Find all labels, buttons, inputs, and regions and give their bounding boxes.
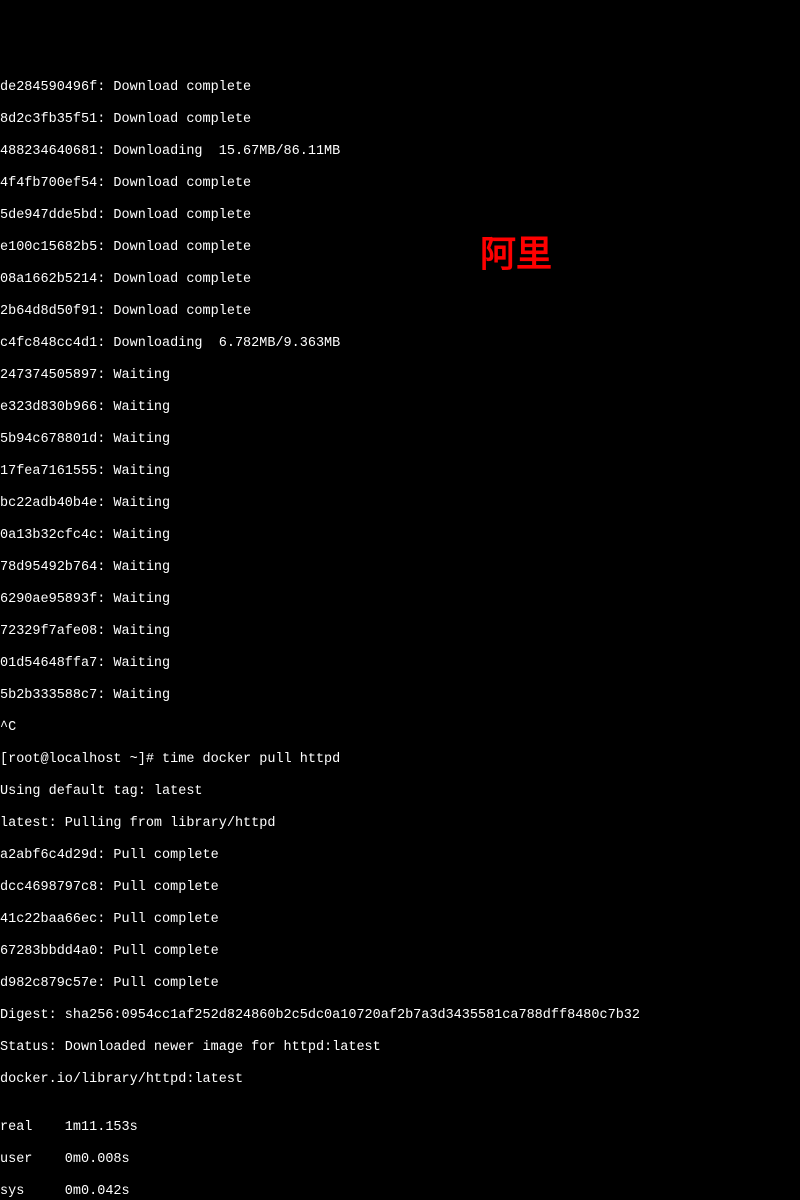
- terminal-line: 67283bbdd4a0: Pull complete: [0, 944, 800, 960]
- terminal-line: 5b94c678801d: Waiting: [0, 432, 800, 448]
- terminal-line: 8d2c3fb35f51: Download complete: [0, 112, 800, 128]
- terminal-line: Using default tag: latest: [0, 784, 800, 800]
- terminal-line: ^C: [0, 720, 800, 736]
- terminal-line: real 1m11.153s: [0, 1120, 800, 1136]
- terminal-line: 41c22baa66ec: Pull complete: [0, 912, 800, 928]
- terminal-prompt-line: [root@localhost ~]# time docker pull htt…: [0, 752, 800, 768]
- terminal-line: 08a1662b5214: Download complete: [0, 272, 800, 288]
- terminal-line: e323d830b966: Waiting: [0, 400, 800, 416]
- terminal-line: d982c879c57e: Pull complete: [0, 976, 800, 992]
- terminal-line: de284590496f: Download complete: [0, 80, 800, 96]
- terminal-line: 4f4fb700ef54: Download complete: [0, 176, 800, 192]
- terminal-line: 6290ae95893f: Waiting: [0, 592, 800, 608]
- terminal-line: e100c15682b5: Download complete: [0, 240, 800, 256]
- terminal-output[interactable]: de284590496f: Download complete 8d2c3fb3…: [0, 64, 800, 1200]
- terminal-line: 01d54648ffa7: Waiting: [0, 656, 800, 672]
- terminal-line: 17fea7161555: Waiting: [0, 464, 800, 480]
- terminal-line: latest: Pulling from library/httpd: [0, 816, 800, 832]
- terminal-line: sys 0m0.042s: [0, 1184, 800, 1200]
- terminal-line: c4fc848cc4d1: Downloading 6.782MB/9.363M…: [0, 336, 800, 352]
- terminal-line: 5b2b333588c7: Waiting: [0, 688, 800, 704]
- terminal-line: 488234640681: Downloading 15.67MB/86.11M…: [0, 144, 800, 160]
- terminal-line: Status: Downloaded newer image for httpd…: [0, 1040, 800, 1056]
- terminal-line: 78d95492b764: Waiting: [0, 560, 800, 576]
- terminal-line: Digest: sha256:0954cc1af252d824860b2c5dc…: [0, 1008, 800, 1024]
- terminal-line: 5de947dde5bd: Download complete: [0, 208, 800, 224]
- terminal-line: 247374505897: Waiting: [0, 368, 800, 384]
- terminal-line: bc22adb40b4e: Waiting: [0, 496, 800, 512]
- terminal-line: dcc4698797c8: Pull complete: [0, 880, 800, 896]
- overlay-annotation: 阿里: [480, 236, 552, 272]
- terminal-line: 2b64d8d50f91: Download complete: [0, 304, 800, 320]
- terminal-line: user 0m0.008s: [0, 1152, 800, 1168]
- terminal-line: a2abf6c4d29d: Pull complete: [0, 848, 800, 864]
- terminal-line: docker.io/library/httpd:latest: [0, 1072, 800, 1088]
- terminal-line: 72329f7afe08: Waiting: [0, 624, 800, 640]
- terminal-line: 0a13b32cfc4c: Waiting: [0, 528, 800, 544]
